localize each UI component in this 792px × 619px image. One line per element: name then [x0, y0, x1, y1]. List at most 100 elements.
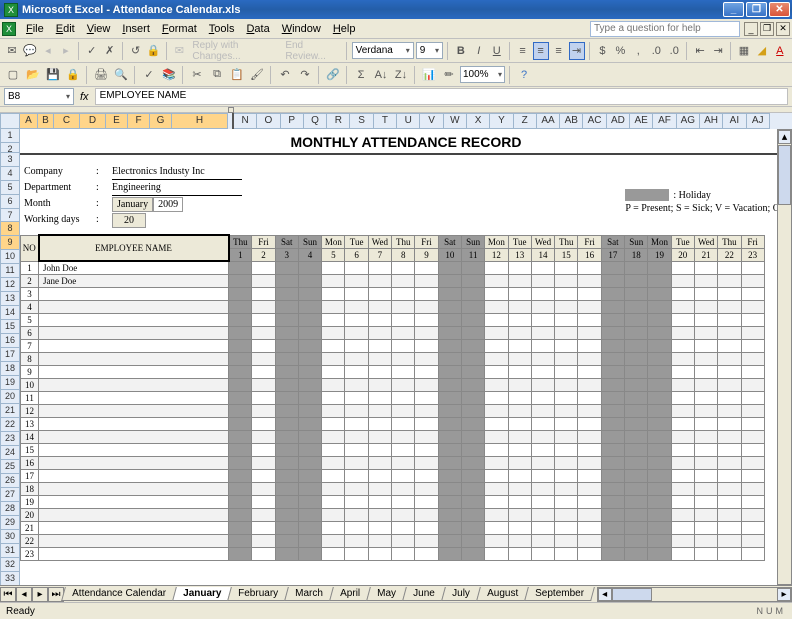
percent-button[interactable]: % — [612, 42, 628, 60]
cell-r14-d19[interactable] — [648, 430, 671, 443]
cell-r21-d1[interactable] — [229, 521, 252, 534]
cell-r13-d11[interactable] — [461, 417, 484, 430]
empname-12[interactable] — [39, 404, 229, 417]
cell-r14-d16[interactable] — [578, 430, 601, 443]
cell-r4-d12[interactable] — [485, 300, 508, 313]
cell-r5-d11[interactable] — [461, 313, 484, 326]
cell-r2-d6[interactable] — [345, 274, 368, 287]
cell-r20-d22[interactable] — [718, 508, 741, 521]
italic-button[interactable]: I — [471, 42, 487, 60]
colhdr-A[interactable]: A — [20, 113, 38, 129]
cell-r15-d1[interactable] — [229, 443, 252, 456]
cell-r21-d7[interactable] — [368, 521, 391, 534]
cell-r1-d11[interactable] — [461, 261, 484, 274]
cell-r20-d23[interactable] — [741, 508, 764, 521]
cell-r19-d18[interactable] — [625, 495, 648, 508]
cell-r2-d19[interactable] — [648, 274, 671, 287]
menu-edit[interactable]: Edit — [50, 21, 81, 37]
cell-r8-d23[interactable] — [741, 352, 764, 365]
cell-r17-d8[interactable] — [392, 469, 415, 482]
reject-icon[interactable]: ✗ — [102, 42, 118, 60]
empname-13[interactable] — [39, 417, 229, 430]
copy-button[interactable]: ⧉ — [208, 66, 226, 84]
cell-r12-d10[interactable] — [438, 404, 461, 417]
empname-16[interactable] — [39, 456, 229, 469]
cell-r19-d7[interactable] — [368, 495, 391, 508]
font-color-button[interactable]: A — [772, 42, 788, 60]
colhdr-Q[interactable]: Q — [304, 113, 327, 129]
cell-r12-d12[interactable] — [485, 404, 508, 417]
cell-r6-d10[interactable] — [438, 326, 461, 339]
rowhdr-13[interactable]: 13 — [0, 292, 20, 306]
cell-r3-d2[interactable] — [252, 287, 275, 300]
cell-r10-d20[interactable] — [671, 378, 694, 391]
rowhdr-6[interactable]: 6 — [0, 195, 20, 209]
cell-r6-d17[interactable] — [601, 326, 624, 339]
cell-r17-d15[interactable] — [555, 469, 578, 482]
sheet-tab-june[interactable]: June — [402, 587, 445, 601]
cell-r12-d18[interactable] — [625, 404, 648, 417]
cell-r11-d19[interactable] — [648, 391, 671, 404]
cell-r13-d1[interactable] — [229, 417, 252, 430]
cell-r16-d3[interactable] — [275, 456, 298, 469]
cell-r21-d11[interactable] — [461, 521, 484, 534]
cell-r22-d10[interactable] — [438, 534, 461, 547]
cell-r11-d10[interactable] — [438, 391, 461, 404]
cell-r19-d21[interactable] — [694, 495, 717, 508]
cell-r9-d16[interactable] — [578, 365, 601, 378]
cell-r1-d13[interactable] — [508, 261, 531, 274]
cell-r5-d12[interactable] — [485, 313, 508, 326]
cell-r15-d16[interactable] — [578, 443, 601, 456]
sheet-tab-august[interactable]: August — [476, 587, 529, 601]
cell-r11-d12[interactable] — [485, 391, 508, 404]
cell-r3-d1[interactable] — [229, 287, 252, 300]
cell-r7-d14[interactable] — [531, 339, 554, 352]
cell-r8-d22[interactable] — [718, 352, 741, 365]
cell-r15-d20[interactable] — [671, 443, 694, 456]
cell-r23-d13[interactable] — [508, 547, 531, 560]
rowhdr-9[interactable]: 9 — [0, 236, 20, 250]
cell-r12-d19[interactable] — [648, 404, 671, 417]
cell-r9-d5[interactable] — [322, 365, 345, 378]
cell-r21-d20[interactable] — [671, 521, 694, 534]
cell-r23-d18[interactable] — [625, 547, 648, 560]
cell-r13-d21[interactable] — [694, 417, 717, 430]
rowhdr-33[interactable]: 33 — [0, 572, 20, 585]
cell-r19-d4[interactable] — [298, 495, 321, 508]
cell-r6-d3[interactable] — [275, 326, 298, 339]
sort-desc-button[interactable]: Z↓ — [392, 66, 410, 84]
cell-r22-d17[interactable] — [601, 534, 624, 547]
cell-r22-d19[interactable] — [648, 534, 671, 547]
rowhdr-10[interactable]: 10 — [0, 250, 20, 264]
open-button[interactable]: 📂 — [24, 66, 42, 84]
cell-r7-d19[interactable] — [648, 339, 671, 352]
colhdr-AG[interactable]: AG — [677, 113, 700, 129]
cell-r16-d14[interactable] — [531, 456, 554, 469]
workingdays-value[interactable]: 20 — [112, 213, 146, 228]
cell-r22-d15[interactable] — [555, 534, 578, 547]
sort-asc-button[interactable]: A↓ — [372, 66, 390, 84]
cell-r18-d18[interactable] — [625, 482, 648, 495]
cell-r21-d12[interactable] — [485, 521, 508, 534]
empname-5[interactable] — [39, 313, 229, 326]
department-value[interactable]: Engineering — [112, 181, 242, 196]
empname-9[interactable] — [39, 365, 229, 378]
cell-r16-d22[interactable] — [718, 456, 741, 469]
minimize-button[interactable]: _ — [723, 2, 744, 17]
cell-r10-d19[interactable] — [648, 378, 671, 391]
cell-r21-d21[interactable] — [694, 521, 717, 534]
cell-r19-d5[interactable] — [322, 495, 345, 508]
send-mail-icon[interactable]: ✉ — [171, 42, 187, 60]
cell-r3-d11[interactable] — [461, 287, 484, 300]
cell-r10-d23[interactable] — [741, 378, 764, 391]
cell-r15-d22[interactable] — [718, 443, 741, 456]
cell-r8-d17[interactable] — [601, 352, 624, 365]
cell-r18-d2[interactable] — [252, 482, 275, 495]
cell-r5-d7[interactable] — [368, 313, 391, 326]
cell-r23-d20[interactable] — [671, 547, 694, 560]
cell-r13-d5[interactable] — [322, 417, 345, 430]
cell-r8-d13[interactable] — [508, 352, 531, 365]
cell-r22-d1[interactable] — [229, 534, 252, 547]
cell-r22-d11[interactable] — [461, 534, 484, 547]
cell-r1-d3[interactable] — [275, 261, 298, 274]
